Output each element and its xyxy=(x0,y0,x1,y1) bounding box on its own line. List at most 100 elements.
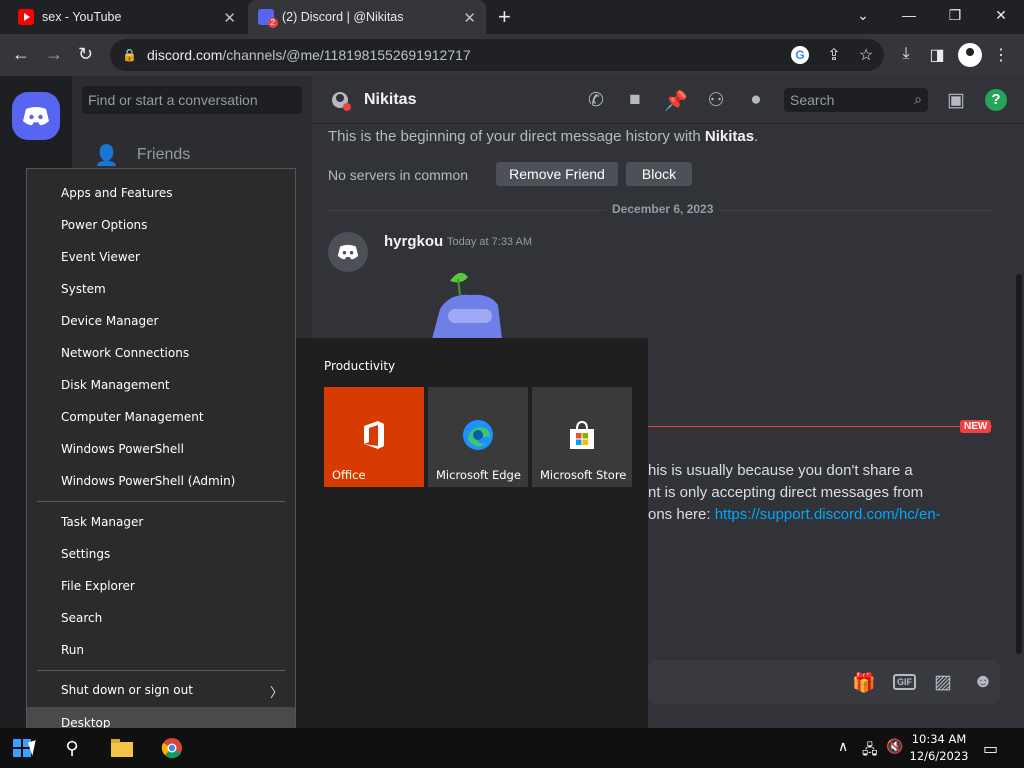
tile-label: Microsoft Edge xyxy=(436,468,521,482)
tab-discord[interactable]: 2 (2) Discord | @Nikitas ✕ xyxy=(248,0,486,34)
help-icon[interactable]: ? xyxy=(985,89,1007,111)
find-conversation-input[interactable]: Find or start a conversation xyxy=(82,86,302,114)
friends-icon: 👤 xyxy=(94,144,119,167)
menu-item-windows-powershell[interactable]: Windows PowerShell xyxy=(27,433,295,465)
start-menu: Productivity Office Microsoft Edge Micro… xyxy=(296,338,648,728)
search-icon: ⌕ xyxy=(914,91,922,107)
message-author[interactable]: hyrgkou xyxy=(384,233,443,250)
menu-item-network-connections[interactable]: Network Connections xyxy=(27,337,295,369)
date-divider-label: December 6, 2023 xyxy=(606,202,720,216)
menu-item-computer-management[interactable]: Computer Management xyxy=(27,401,295,433)
tile-label: Microsoft Store xyxy=(540,468,627,482)
message-timestamp: Today at 7:33 AM xyxy=(447,236,532,248)
menu-item-run[interactable]: Run xyxy=(27,634,295,666)
pinned-messages-icon[interactable]: 📌 xyxy=(664,89,688,113)
voice-call-icon[interactable]: ✆ xyxy=(584,89,608,112)
volume-muted-icon[interactable]: 🔇 xyxy=(886,739,903,755)
header-search-placeholder: Search xyxy=(790,92,835,108)
friends-label: Friends xyxy=(136,146,191,163)
chat-header: Nikitas ✆ ■ 📌 ⚇ ● Search ⌕ ▣ ? xyxy=(312,76,1024,124)
close-window-button[interactable]: ✕ xyxy=(978,0,1024,30)
notification-badge: 2 xyxy=(267,18,278,28)
menu-item-file-explorer[interactable]: File Explorer xyxy=(27,570,295,602)
office-tile[interactable]: Office xyxy=(324,387,424,487)
gift-icon[interactable]: 🎁 xyxy=(852,671,876,695)
browser-tab-strip: sex - YouTube ✕ 2 (2) Discord | @Nikitas… xyxy=(0,0,1024,34)
menu-item-apps-and-features[interactable]: Apps and Features xyxy=(27,177,295,209)
header-search-input[interactable]: Search ⌕ xyxy=(784,88,928,112)
user-profile-icon[interactable]: ● xyxy=(744,89,768,111)
share-icon[interactable]: ⇪ xyxy=(823,45,845,65)
clock-date: 12/6/2023 xyxy=(909,749,969,763)
window-controls: ⌄ — ❐ ✕ xyxy=(840,0,1024,34)
discord-logo-icon xyxy=(337,244,359,260)
add-friends-to-dm-icon[interactable]: ⚇ xyxy=(704,89,728,112)
no-servers-text: No servers in common xyxy=(328,167,469,183)
taskbar-clock[interactable]: 10:34 AM 12/6/2023 xyxy=(906,731,972,765)
tab-title: sex - YouTube xyxy=(42,10,122,24)
microsoft-edge-tile[interactable]: Microsoft Edge xyxy=(428,387,528,487)
back-button[interactable]: ← xyxy=(12,44,30,65)
menu-separator xyxy=(37,501,285,502)
office-icon xyxy=(364,421,384,449)
taskbar-search-icon[interactable]: ⚲ xyxy=(60,736,84,760)
browser-toolbar: ← → ↻ 🔒 discord.com/channels/@me/1181981… xyxy=(0,34,1024,76)
tile-group-title: Productivity xyxy=(324,359,396,373)
close-tab-icon[interactable]: ✕ xyxy=(463,9,476,27)
menu-item-search[interactable]: Search xyxy=(27,602,295,634)
tab-search-icon[interactable]: ⌄ xyxy=(840,0,886,30)
support-link[interactable]: https://support.discord.com/hc/en- xyxy=(715,506,941,523)
menu-separator xyxy=(37,670,285,671)
emoji-icon[interactable]: ☻ xyxy=(971,671,995,693)
inbox-icon[interactable]: ▣ xyxy=(944,89,968,112)
download-icon[interactable]: ⤓ xyxy=(895,45,917,63)
video-call-icon[interactable]: ■ xyxy=(623,89,647,111)
menu-item-windows-powershell-admin[interactable]: Windows PowerShell (Admin) xyxy=(27,465,295,497)
network-icon[interactable]: 🖧 xyxy=(862,739,878,763)
dm-beginning-text: This is the beginning of your direct mes… xyxy=(328,128,759,145)
action-center-icon[interactable]: ▭ xyxy=(983,739,998,758)
file-explorer-icon[interactable] xyxy=(110,736,134,760)
minimize-button[interactable]: — xyxy=(886,0,932,30)
chrome-menu-icon[interactable]: ⋮ xyxy=(990,45,1012,65)
new-messages-tag: NEW xyxy=(960,420,992,433)
discord-home-button[interactable] xyxy=(12,92,60,140)
address-bar[interactable]: 🔒 discord.com/channels/@me/1181981552691… xyxy=(110,39,884,71)
reload-button[interactable]: ↻ xyxy=(78,44,93,65)
block-button[interactable]: Block xyxy=(626,162,692,186)
google-lens-icon[interactable]: G xyxy=(791,46,813,64)
url-host: discord.com xyxy=(146,47,223,63)
restore-button[interactable]: ❐ xyxy=(932,0,978,30)
message-avatar[interactable] xyxy=(328,232,368,272)
user-avatar[interactable] xyxy=(328,90,352,112)
side-panel-icon[interactable]: ◨ xyxy=(926,45,948,65)
menu-item-shut-down-or-sign-out[interactable]: Shut down or sign out 〉 xyxy=(27,674,295,706)
menu-item-power-options[interactable]: Power Options xyxy=(27,209,295,241)
menu-item-event-viewer[interactable]: Event Viewer xyxy=(27,241,295,273)
sticker-icon[interactable]: ▨ xyxy=(931,671,955,694)
menu-item-system[interactable]: System xyxy=(27,273,295,305)
menu-item-device-manager[interactable]: Device Manager xyxy=(27,305,295,337)
tray-chevron-up-icon[interactable]: ∧ xyxy=(838,739,848,755)
bookmark-star-icon[interactable]: ☆ xyxy=(855,45,877,65)
chat-scrollbar[interactable] xyxy=(1016,274,1022,654)
remove-friend-button[interactable]: Remove Friend xyxy=(496,162,618,186)
menu-item-settings[interactable]: Settings xyxy=(27,538,295,570)
forward-button[interactable]: → xyxy=(45,44,63,65)
tab-youtube[interactable]: sex - YouTube ✕ xyxy=(8,0,246,34)
profile-avatar[interactable] xyxy=(958,43,982,67)
menu-item-task-manager[interactable]: Task Manager xyxy=(27,506,295,538)
clock-time: 10:34 AM xyxy=(911,732,967,746)
edge-icon xyxy=(463,420,493,450)
chevron-right-icon: 〉 xyxy=(269,686,283,701)
chrome-taskbar-icon[interactable] xyxy=(160,736,184,760)
close-tab-icon[interactable]: ✕ xyxy=(223,9,236,27)
winx-quick-link-menu: Apps and Features Power Options Event Vi… xyxy=(26,168,296,746)
tab-title: (2) Discord | @Nikitas xyxy=(282,10,404,24)
friends-nav-item[interactable]: 👤 Friends xyxy=(80,140,304,170)
new-tab-button[interactable]: + xyxy=(498,4,511,30)
microsoft-store-tile[interactable]: Microsoft Store xyxy=(532,387,632,487)
lock-icon[interactable]: 🔒 xyxy=(122,48,137,62)
gif-picker-button[interactable]: GIF xyxy=(893,674,916,690)
menu-item-disk-management[interactable]: Disk Management xyxy=(27,369,295,401)
